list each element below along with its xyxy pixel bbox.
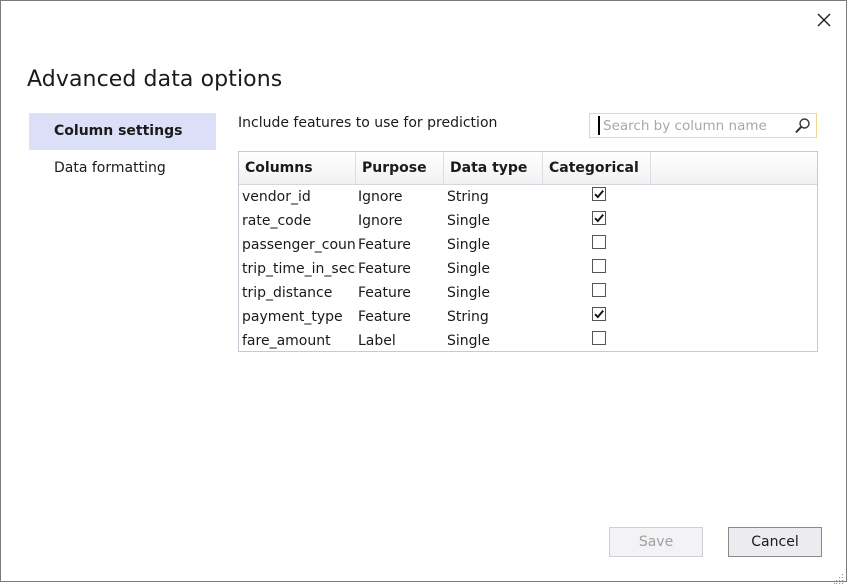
column-name-cell: rate_code (242, 213, 312, 229)
search-input[interactable] (598, 116, 793, 135)
table-row[interactable]: trip_time_in_secs Feature Single (239, 257, 817, 281)
categorical-checkbox[interactable] (591, 211, 606, 225)
table-row[interactable]: fare_amount Label Single (239, 329, 817, 353)
data-type-cell: Single (447, 285, 491, 301)
categorical-checkbox[interactable] (591, 259, 606, 273)
categorical-cell (543, 305, 651, 329)
search-box (589, 113, 817, 138)
close-button[interactable] (812, 9, 836, 33)
column-name-cell: payment_type (242, 309, 343, 325)
column-name-cell: trip_distance (242, 285, 333, 301)
nav-item-data-formatting[interactable]: Data formatting (29, 150, 216, 187)
data-type-cell: String (447, 189, 489, 205)
header-purpose[interactable]: Purpose (356, 152, 444, 184)
categorical-cell (543, 257, 651, 281)
close-icon (817, 12, 831, 31)
categorical-checkbox[interactable] (591, 307, 606, 321)
purpose-cell: Feature (358, 309, 411, 325)
grid-header: Columns Purpose Data type Categorical (239, 152, 817, 185)
table-row[interactable]: trip_distance Feature Single (239, 281, 817, 305)
settings-nav: Column settings Data formatting (29, 113, 216, 187)
column-settings-grid: Columns Purpose Data type Categorical ve… (238, 151, 818, 352)
purpose-cell: Feature (358, 285, 411, 301)
advanced-data-options-dialog: Advanced data options Column settings Da… (0, 0, 847, 584)
dialog-title: Advanced data options (27, 67, 283, 92)
header-columns[interactable]: Columns (239, 152, 356, 184)
categorical-cell (543, 185, 651, 209)
categorical-checkbox[interactable] (591, 187, 606, 201)
column-name-cell: vendor_id (242, 189, 311, 205)
save-button[interactable]: Save (609, 527, 703, 557)
table-row[interactable]: vendor_id Ignore String (239, 185, 817, 209)
header-data-type[interactable]: Data type (444, 152, 543, 184)
instructions-text: Include features to use for prediction (238, 115, 498, 131)
column-name-cell: passenger_count (242, 237, 356, 253)
column-name-cell: fare_amount (242, 333, 331, 349)
checkmark-icon (593, 189, 604, 199)
categorical-checkbox[interactable] (591, 331, 606, 345)
purpose-cell: Feature (358, 261, 411, 277)
purpose-cell: Ignore (358, 213, 403, 229)
resize-grip-icon[interactable] (834, 569, 844, 584)
categorical-cell (543, 281, 651, 305)
header-categorical[interactable]: Categorical (543, 152, 651, 184)
search-icon[interactable] (794, 117, 812, 135)
grid-body: vendor_id Ignore String rate_code Ignore Sing… (239, 185, 817, 353)
table-row[interactable]: rate_code Ignore Single (239, 209, 817, 233)
data-type-cell: Single (447, 237, 491, 253)
data-type-cell: String (447, 309, 489, 325)
categorical-cell (543, 329, 651, 353)
purpose-cell: Ignore (358, 189, 403, 205)
header-filler (651, 152, 817, 184)
table-row[interactable]: passenger_count Feature Single (239, 233, 817, 257)
table-row[interactable]: payment_type Feature String (239, 305, 817, 329)
data-type-cell: Single (447, 261, 491, 277)
nav-item-column-settings[interactable]: Column settings (29, 113, 216, 150)
purpose-cell: Feature (358, 237, 411, 253)
categorical-checkbox[interactable] (591, 235, 606, 249)
categorical-cell (543, 209, 651, 233)
checkmark-icon (593, 309, 604, 319)
categorical-cell (543, 233, 651, 257)
purpose-cell: Label (358, 333, 396, 349)
cancel-button[interactable]: Cancel (728, 527, 822, 557)
column-name-cell: trip_time_in_secs (242, 261, 356, 277)
checkmark-icon (593, 213, 604, 223)
categorical-checkbox[interactable] (591, 283, 606, 297)
data-type-cell: Single (447, 333, 491, 349)
data-type-cell: Single (447, 213, 491, 229)
